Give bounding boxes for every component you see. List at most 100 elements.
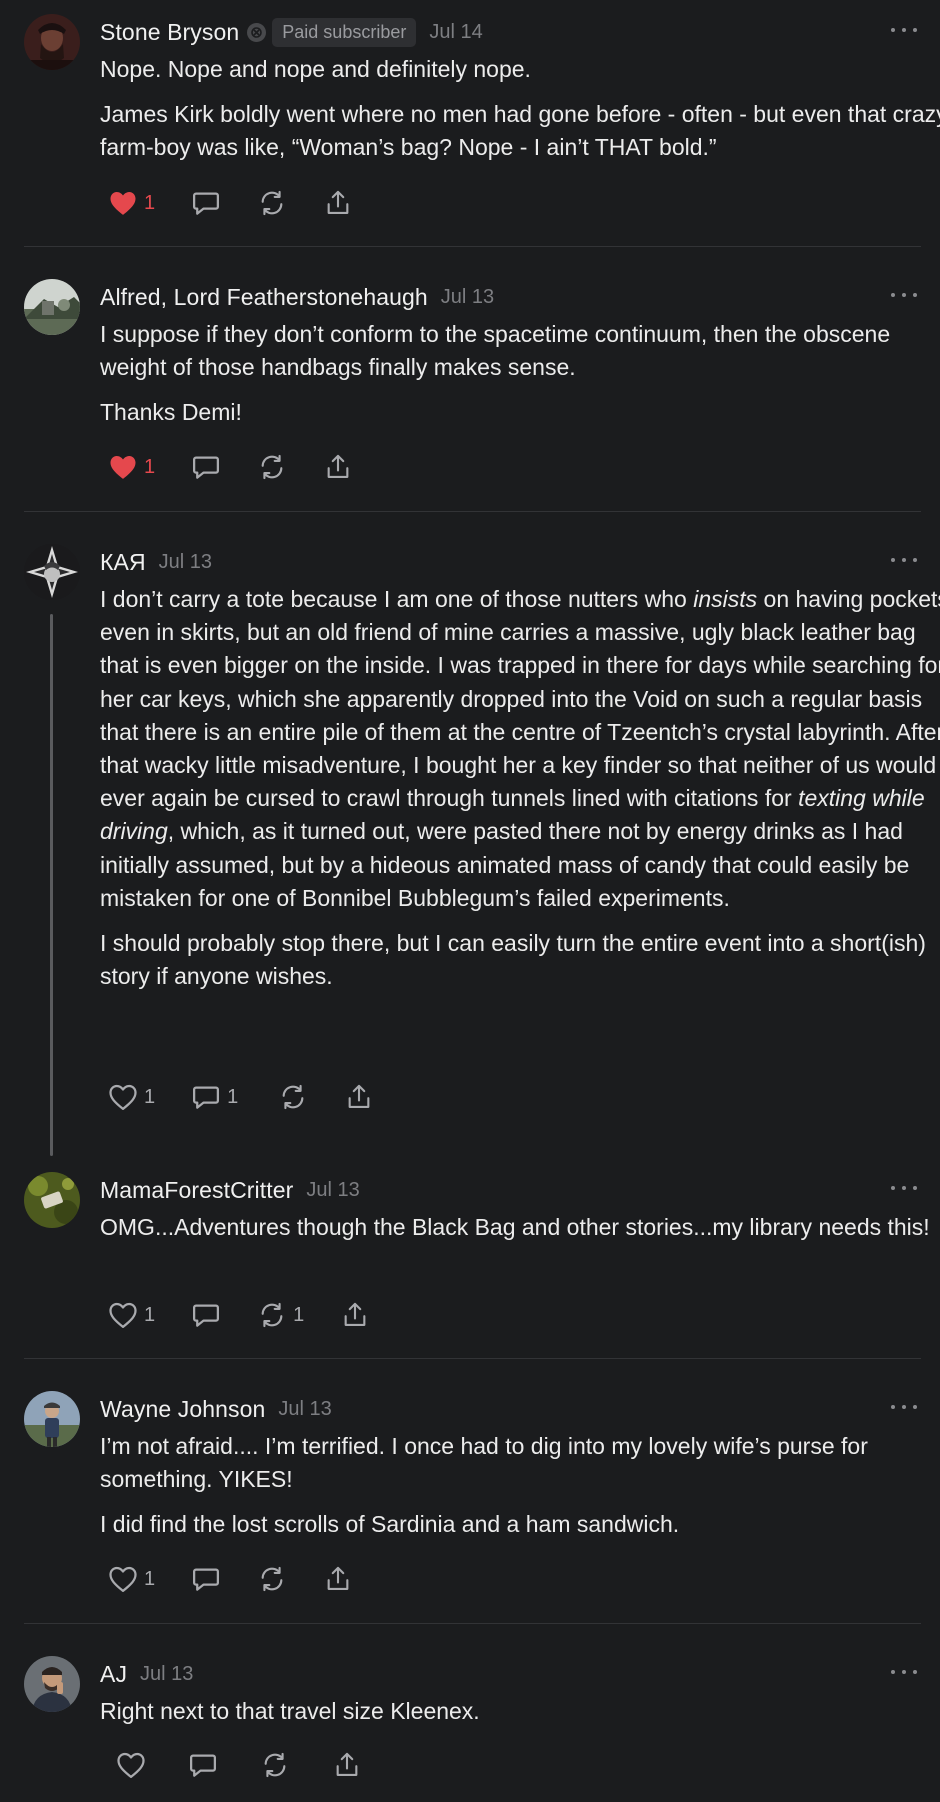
restack-button[interactable] bbox=[257, 453, 287, 481]
comment-icon bbox=[193, 192, 220, 215]
reply-button[interactable] bbox=[191, 1565, 221, 1593]
reply-button[interactable] bbox=[191, 453, 221, 481]
text-segment: , which, as it turned out, were pasted t… bbox=[100, 818, 910, 911]
author-name[interactable]: Wayne Johnson bbox=[100, 1396, 265, 1423]
reply-button[interactable] bbox=[191, 189, 221, 217]
comment-mamaforestcritter: MamaForestCritter Jul 13 OMG...Adventure… bbox=[24, 1172, 930, 1362]
restack-button[interactable] bbox=[257, 189, 287, 217]
restack-button[interactable] bbox=[257, 1565, 287, 1593]
share-icon bbox=[327, 454, 349, 478]
comment-icon bbox=[193, 1304, 220, 1327]
comment-body: Nope. Nope and nope and definitely nope.… bbox=[100, 53, 940, 177]
comment-paragraph: I suppose if they don’t conform to the s… bbox=[100, 321, 891, 381]
share-button[interactable] bbox=[344, 1083, 374, 1111]
comment-icon bbox=[193, 1086, 220, 1109]
comment-paragraph: I don’t carry a tote because I am one of… bbox=[100, 583, 940, 915]
share-button[interactable] bbox=[340, 1301, 370, 1329]
share-button[interactable] bbox=[323, 453, 353, 481]
comment-actions: 1 bbox=[108, 447, 389, 487]
comment-date[interactable]: Jul 13 bbox=[140, 1663, 193, 1686]
restack-icon bbox=[261, 190, 283, 216]
like-button[interactable]: 1 bbox=[108, 453, 155, 481]
author-name[interactable]: MamaForestCritter bbox=[100, 1177, 293, 1204]
comment-date[interactable]: Jul 13 bbox=[441, 286, 494, 309]
avatar[interactable] bbox=[24, 14, 80, 70]
heart-icon bbox=[109, 1084, 137, 1110]
comment-kaya: КАЯ Jul 13 I don’t carry a tote because … bbox=[24, 544, 940, 1164]
comment-date[interactable]: Jul 14 bbox=[429, 21, 482, 44]
like-button[interactable] bbox=[116, 1751, 146, 1779]
restack-button[interactable] bbox=[278, 1083, 308, 1111]
like-button[interactable]: 1 bbox=[108, 1301, 155, 1329]
restack-button[interactable] bbox=[260, 1751, 290, 1779]
author-name[interactable]: Alfred, Lord Featherstonehaugh bbox=[100, 284, 428, 311]
comment-paragraph: I did find the lost scrolls of Sardinia … bbox=[100, 1511, 680, 1538]
share-icon bbox=[344, 1302, 366, 1326]
avatar[interactable] bbox=[24, 1391, 80, 1447]
like-button[interactable]: 1 bbox=[108, 1083, 155, 1111]
share-icon bbox=[327, 1566, 349, 1590]
share-button[interactable] bbox=[332, 1751, 362, 1779]
like-button[interactable]: 1 bbox=[108, 189, 155, 217]
more-icon[interactable] bbox=[891, 1662, 917, 1682]
comment-icon bbox=[193, 456, 220, 479]
comment-wayne-johnson: Wayne Johnson Jul 13 I’m not afraid.... … bbox=[24, 1391, 921, 1611]
more-icon[interactable] bbox=[891, 20, 917, 40]
reply-count: 1 bbox=[227, 1085, 239, 1108]
like-count: 1 bbox=[144, 1303, 156, 1326]
avatar[interactable] bbox=[24, 1172, 80, 1228]
text-segment: on having pockets even in skirts, but an… bbox=[100, 586, 940, 812]
more-icon[interactable] bbox=[891, 1397, 917, 1417]
comment-body: I suppose if they don’t conform to the s… bbox=[100, 318, 940, 442]
subscriber-icon bbox=[247, 22, 267, 42]
comment-divider bbox=[24, 246, 921, 247]
avatar[interactable] bbox=[24, 544, 80, 600]
more-icon[interactable] bbox=[891, 550, 917, 570]
more-icon[interactable] bbox=[891, 1178, 917, 1198]
like-button[interactable]: 1 bbox=[108, 1565, 155, 1593]
comment-icon bbox=[193, 1568, 220, 1591]
like-count: 1 bbox=[144, 455, 156, 478]
comment-actions: 1 1 bbox=[108, 1077, 410, 1117]
share-icon bbox=[348, 1084, 370, 1108]
heart-icon bbox=[110, 192, 136, 215]
author-name[interactable]: КАЯ bbox=[100, 549, 146, 576]
author-name[interactable]: AJ bbox=[100, 1661, 127, 1688]
comment-aj: AJ Jul 13 Right next to that travel size… bbox=[24, 1656, 921, 1796]
heart-icon bbox=[110, 456, 136, 479]
more-icon[interactable] bbox=[891, 285, 917, 305]
comment-divider bbox=[24, 511, 921, 512]
paid-subscriber-badge: Paid subscriber bbox=[272, 17, 417, 47]
avatar[interactable] bbox=[24, 279, 80, 335]
restack-icon bbox=[282, 1084, 304, 1110]
restack-icon bbox=[264, 1752, 286, 1778]
restack-button[interactable]: 1 bbox=[257, 1301, 304, 1329]
reply-button[interactable]: 1 bbox=[191, 1083, 238, 1111]
comment-paragraph: James Kirk boldly went where no men had … bbox=[100, 101, 940, 161]
comment-body: OMG...Adventures though the Black Bag an… bbox=[100, 1211, 940, 1256]
comment-paragraph: OMG...Adventures though the Black Bag an… bbox=[100, 1214, 930, 1240]
comment-paragraph: I should probably stop there, but I can … bbox=[100, 930, 926, 990]
author-name[interactable]: Stone Bryson bbox=[100, 19, 239, 46]
restack-icon bbox=[261, 1302, 283, 1328]
text-segment: I don’t carry a tote because I am one of… bbox=[100, 586, 694, 612]
heart-icon bbox=[109, 1566, 137, 1592]
like-count: 1 bbox=[144, 1567, 156, 1590]
comment-actions: 1 bbox=[108, 183, 389, 223]
share-button[interactable] bbox=[323, 1565, 353, 1593]
comment-body: Right next to that travel size Kleenex. bbox=[100, 1695, 940, 1740]
comment-paragraph: I’m not afraid.... I’m terrified. I once… bbox=[100, 1433, 868, 1493]
comment-paragraph: Nope. Nope and nope and definitely nope. bbox=[100, 56, 531, 82]
reply-button[interactable] bbox=[188, 1751, 218, 1779]
avatar[interactable] bbox=[24, 1656, 80, 1712]
thread-line bbox=[50, 614, 53, 1156]
comment-date[interactable]: Jul 13 bbox=[306, 1179, 359, 1202]
reply-button[interactable] bbox=[191, 1301, 221, 1329]
comment-actions: 1 1 bbox=[108, 1295, 406, 1335]
share-button[interactable] bbox=[323, 189, 353, 217]
emphasis: insists bbox=[693, 586, 758, 612]
comment-date[interactable]: Jul 13 bbox=[159, 551, 212, 574]
comment-body: I’m not afraid.... I’m terrified. I once… bbox=[100, 1430, 940, 1554]
comment-divider bbox=[24, 1623, 921, 1624]
comment-date[interactable]: Jul 13 bbox=[278, 1398, 331, 1421]
